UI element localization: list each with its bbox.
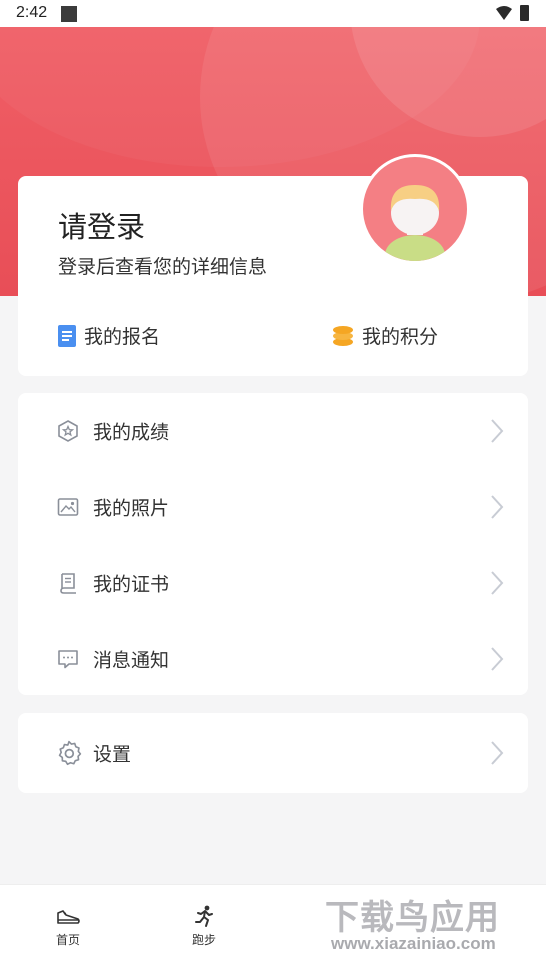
menu-item-notifications[interactable]: 消息通知 (18, 621, 528, 696)
tab-home-label: 首页 (55, 933, 80, 947)
gear-icon (58, 740, 82, 765)
login-title[interactable]: 请登录 (58, 204, 145, 246)
menu-card: 我的成绩 我的照片 我的证书 消息通知 (18, 393, 528, 695)
menu-label-photos: 我的照片 (93, 497, 170, 519)
menu-item-certificates[interactable]: 我的证书 (18, 545, 528, 620)
my-points-label: 我的积分 (362, 326, 439, 348)
menu-label-scores: 我的成绩 (93, 421, 170, 443)
watermark: 下载鸟应用 www.xiazainiao.com (325, 890, 541, 962)
menu-item-scores[interactable]: 我的成绩 (18, 393, 528, 468)
wifi-icon (496, 6, 512, 20)
tab-run-label: 跑步 (191, 933, 216, 947)
my-registration-link[interactable]: 我的报名 (58, 322, 160, 349)
tab-home[interactable]: 首页 (38, 905, 98, 948)
watermark-url: www.xiazainiao.com (331, 934, 496, 953)
settings-label: 设置 (93, 743, 132, 765)
coins-icon (332, 325, 354, 347)
menu-label-notifications: 消息通知 (93, 649, 170, 671)
chevron-right-icon (491, 570, 504, 595)
chevron-right-icon (491, 646, 504, 671)
certificate-icon (60, 572, 76, 594)
chevron-right-icon (491, 418, 504, 443)
status-time: 2:42 (16, 4, 48, 21)
avatar-icon (385, 185, 445, 261)
tab-run[interactable]: 跑步 (174, 905, 234, 948)
menu-item-photos[interactable]: 我的照片 (18, 469, 528, 544)
login-subtitle: 登录后查看您的详细信息 (58, 256, 268, 278)
profile-card[interactable]: 请登录 登录后查看您的详细信息 我的报名 我的积分 (18, 154, 528, 376)
menu-label-certificates: 我的证书 (93, 573, 170, 595)
my-registration-label: 我的报名 (84, 326, 161, 348)
badge-star-icon (58, 419, 78, 442)
runner-icon (195, 905, 213, 927)
battery-icon (520, 5, 529, 21)
chevron-right-icon (491, 494, 504, 519)
message-icon (58, 649, 78, 668)
settings-card: 设置 (18, 713, 528, 793)
notification-icon (61, 6, 77, 22)
status-bar: 2:42 (0, 0, 546, 27)
photo-icon (57, 497, 79, 516)
watermark-logo: 下载鸟应用 (325, 898, 500, 938)
chevron-right-icon (491, 740, 504, 765)
my-points-link[interactable]: 我的积分 (332, 322, 438, 349)
avatar[interactable] (360, 154, 470, 264)
document-icon (58, 324, 76, 347)
menu-item-settings[interactable]: 设置 (18, 715, 528, 790)
sneaker-icon (57, 910, 80, 924)
